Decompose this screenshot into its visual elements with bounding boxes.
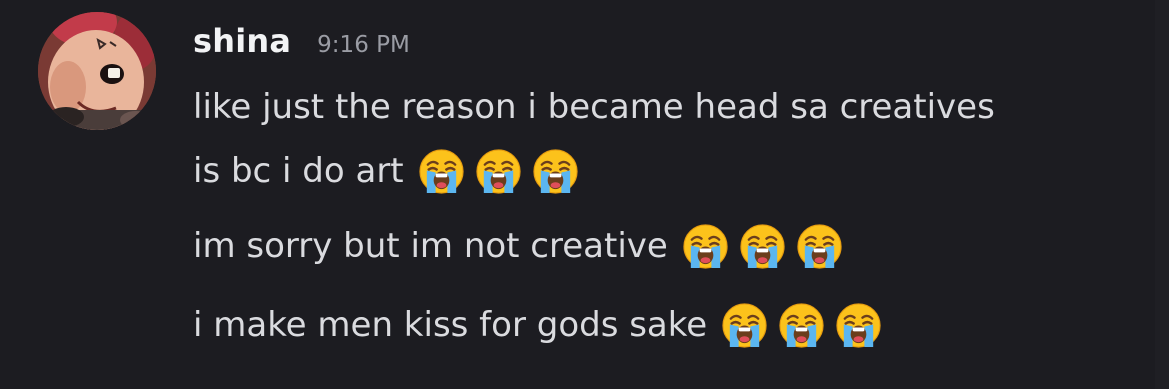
loudly-crying-face-icon[interactable] — [835, 302, 882, 349]
loudly-crying-face-icon[interactable] — [739, 223, 786, 270]
loudly-crying-face-icon[interactable] — [778, 302, 825, 349]
loudly-crying-face-icon[interactable] — [418, 148, 465, 195]
loudly-crying-face-icon[interactable] — [796, 223, 843, 270]
loudly-crying-face-icon[interactable] — [721, 302, 768, 349]
message-line: is bc i do art — [193, 146, 589, 196]
message-text: i make men kiss for gods sake — [193, 305, 708, 345]
clay-figure-avatar-icon — [38, 12, 156, 130]
message-text: like just the reason i became head sa cr… — [193, 87, 995, 127]
emoji-group — [418, 148, 589, 195]
message-text: is bc i do art — [193, 151, 404, 191]
username[interactable]: shina — [193, 22, 291, 60]
scrollbar-track[interactable] — [1155, 0, 1169, 389]
chat-view: shina 9:16 PM like just the reason i bec… — [0, 0, 1169, 389]
message-line: like just the reason i became head sa cr… — [193, 82, 995, 132]
message-line: im sorry but im not creative — [193, 221, 853, 271]
emoji-group — [721, 302, 892, 349]
loudly-crying-face-icon[interactable] — [682, 223, 729, 270]
loudly-crying-face-icon[interactable] — [532, 148, 579, 195]
message-text: im sorry but im not creative — [193, 226, 668, 266]
emoji-group — [682, 223, 853, 270]
message-header: shina 9:16 PM — [193, 22, 410, 68]
avatar[interactable] — [38, 12, 156, 130]
loudly-crying-face-icon[interactable] — [475, 148, 522, 195]
message-line: i make men kiss for gods sake — [193, 300, 892, 350]
timestamp[interactable]: 9:16 PM — [317, 32, 410, 58]
